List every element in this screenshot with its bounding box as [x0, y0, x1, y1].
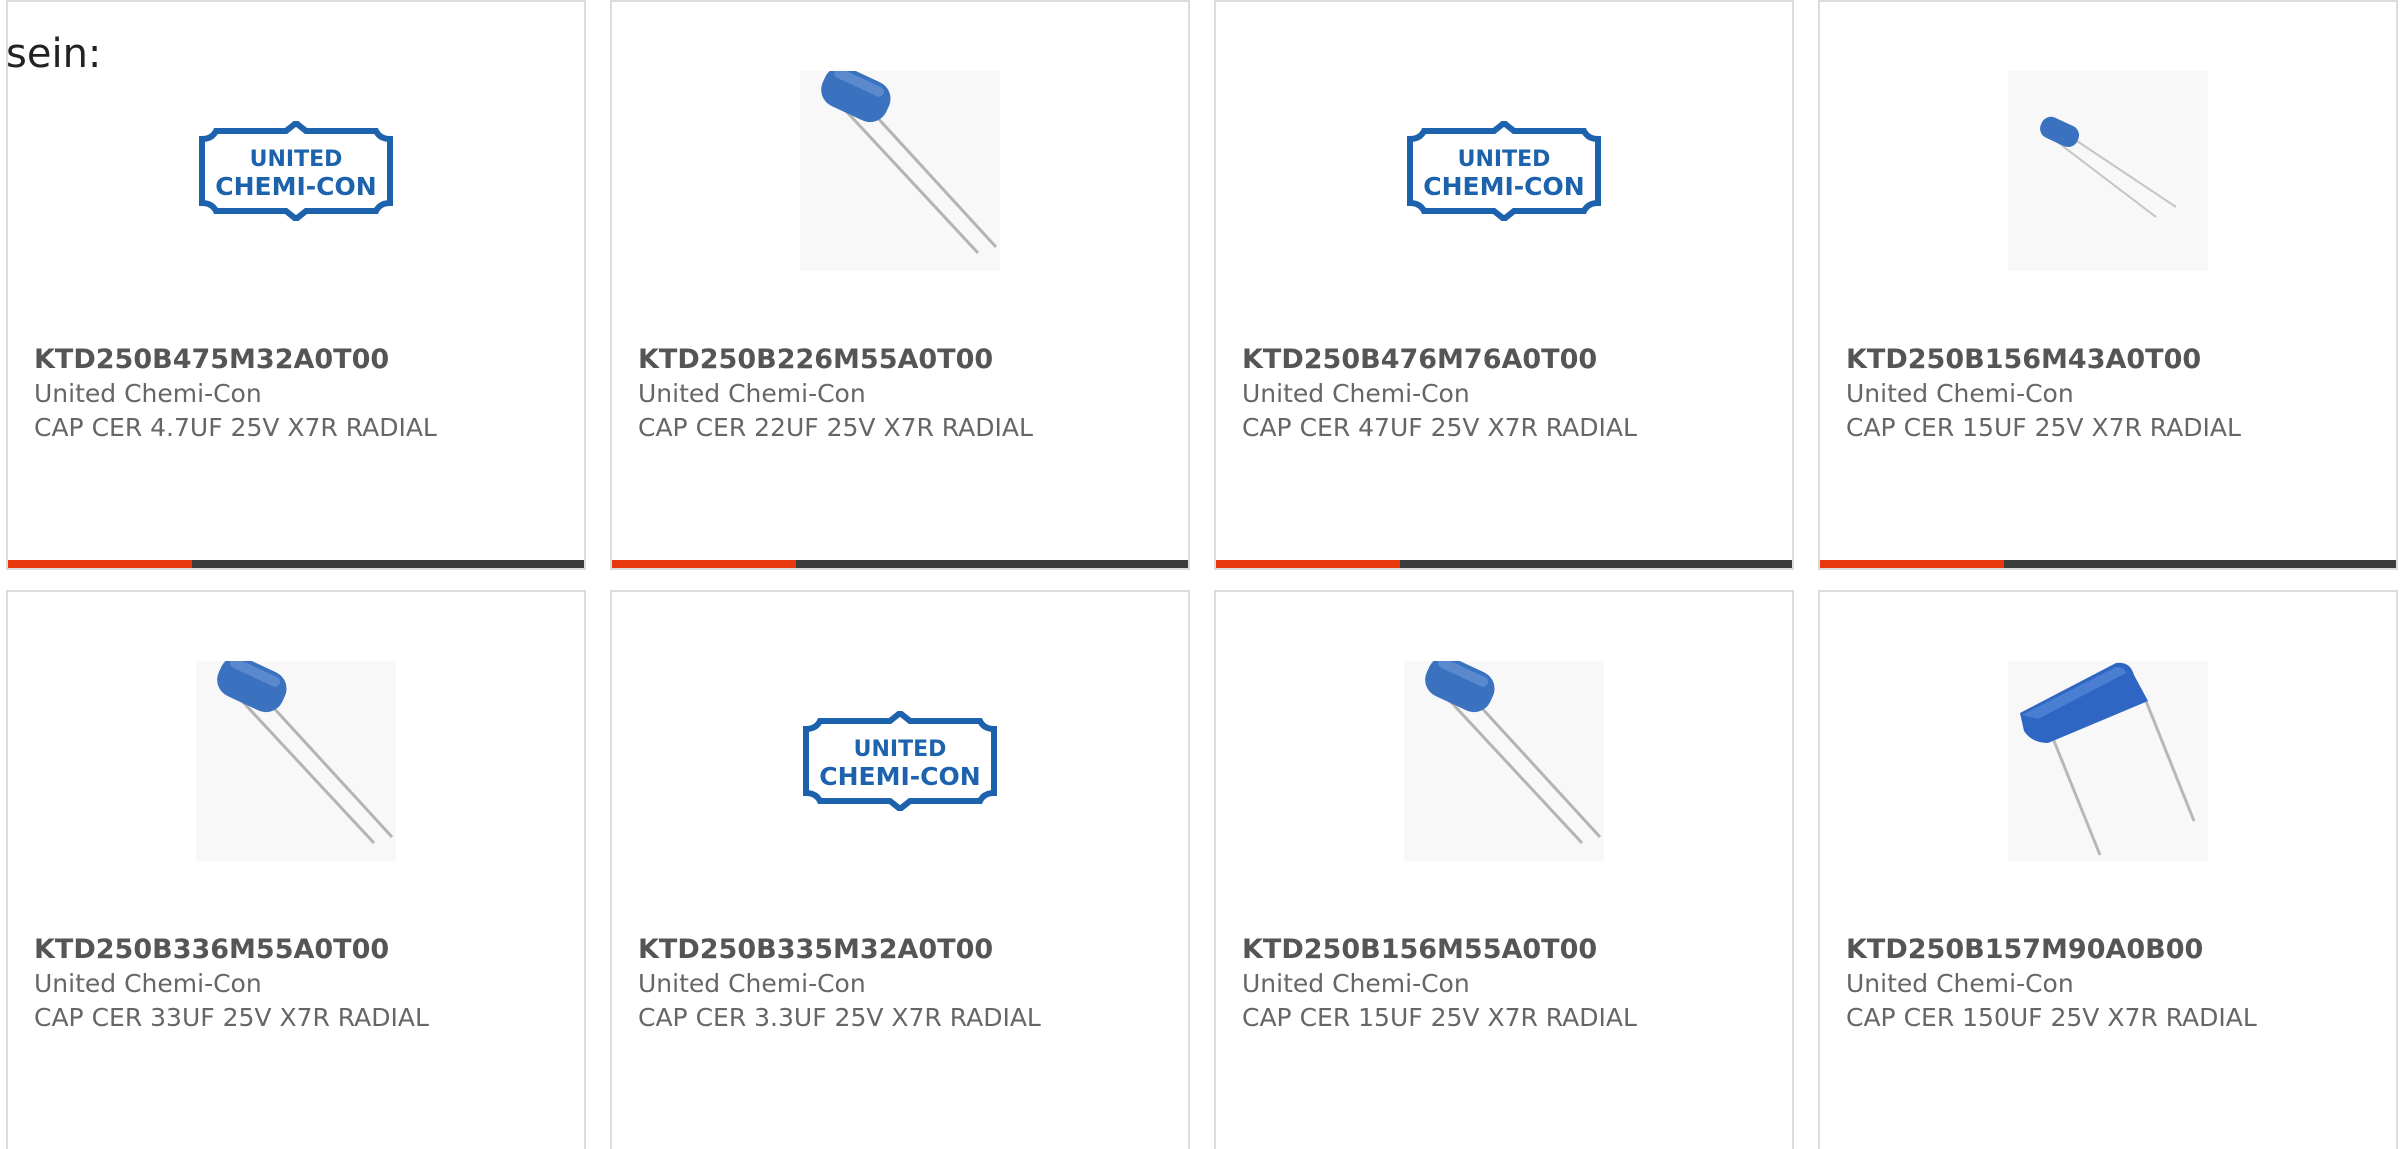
radial-capacitor-image: [1404, 661, 1604, 861]
card-accent-bar: [1216, 560, 1400, 568]
product-card[interactable]: KTD250B336M55A0T00 United Chemi-Con CAP …: [6, 590, 586, 1149]
card-accent-bar: [8, 560, 192, 568]
part-number[interactable]: KTD250B157M90A0B00: [1846, 932, 2203, 968]
svg-text:UNITED: UNITED: [1458, 147, 1551, 172]
svg-text:UNITED: UNITED: [250, 147, 343, 172]
manufacturer-name: United Chemi-Con: [1242, 969, 1470, 998]
part-number[interactable]: KTD250B336M55A0T00: [34, 932, 389, 968]
product-card[interactable]: KTD250B156M55A0T00 United Chemi-Con CAP …: [1214, 590, 1794, 1149]
manufacturer-name: United Chemi-Con: [638, 379, 866, 408]
card-accent-bar: [612, 560, 796, 568]
part-number[interactable]: KTD250B475M32A0T00: [34, 342, 389, 378]
manufacturer-name: United Chemi-Con: [1846, 379, 2074, 408]
manufacturer-logo: UNITED CHEMI-CON: [196, 71, 396, 271]
large-radial-capacitor-image: [2008, 661, 2208, 861]
svg-text:CHEMI-CON: CHEMI-CON: [215, 172, 376, 201]
product-card[interactable]: UNITED CHEMI-CON KTD250B335M32A0T00 Unit…: [610, 590, 1190, 1149]
svg-text:CHEMI-CON: CHEMI-CON: [819, 762, 980, 791]
product-card[interactable]: KTD250B226M55A0T00 United Chemi-Con CAP …: [610, 0, 1190, 570]
part-number[interactable]: KTD250B335M32A0T00: [638, 932, 993, 968]
radial-capacitor-image: [800, 71, 1000, 271]
card-bottom-bar: [8, 560, 584, 568]
part-number[interactable]: KTD250B226M55A0T00: [638, 342, 993, 378]
svg-text:CHEMI-CON: CHEMI-CON: [1423, 172, 1584, 201]
product-description: CAP CER 15UF 25V X7R RADIAL: [1242, 1003, 1637, 1032]
card-bottom-bar: [1820, 560, 2396, 568]
product-card[interactable]: KTD250B157M90A0B00 United Chemi-Con CAP …: [1818, 590, 2398, 1149]
product-card[interactable]: UNITED CHEMI-CON KTD250B476M76A0T00 Unit…: [1214, 0, 1794, 570]
part-number[interactable]: KTD250B476M76A0T00: [1242, 342, 1597, 378]
united-chemi-con-logo: UNITED CHEMI-CON: [1407, 121, 1601, 221]
product-card[interactable]: UNITED CHEMI-CON KTD250B475M32A0T00 Unit…: [6, 0, 586, 570]
manufacturer-name: United Chemi-Con: [638, 969, 866, 998]
intro-text: sein:: [6, 31, 102, 77]
capacitor-icon: [217, 661, 394, 845]
radial-capacitor-image: [196, 661, 396, 861]
part-number[interactable]: KTD250B156M55A0T00: [1242, 932, 1597, 968]
product-description: CAP CER 3.3UF 25V X7R RADIAL: [638, 1003, 1041, 1032]
product-card[interactable]: KTD250B156M43A0T00 United Chemi-Con CAP …: [1818, 0, 2398, 570]
manufacturer-name: United Chemi-Con: [1242, 379, 1470, 408]
capacitor-icon: [2020, 662, 2196, 856]
product-description: CAP CER 33UF 25V X7R RADIAL: [34, 1003, 429, 1032]
product-description: CAP CER 47UF 25V X7R RADIAL: [1242, 413, 1637, 442]
product-description: CAP CER 15UF 25V X7R RADIAL: [1846, 413, 2241, 442]
manufacturer-logo: UNITED CHEMI-CON: [1404, 71, 1604, 271]
part-number[interactable]: KTD250B156M43A0T00: [1846, 342, 2201, 378]
manufacturer-name: United Chemi-Con: [34, 969, 262, 998]
capacitor-icon: [1425, 661, 1602, 845]
capacitor-icon: [2040, 116, 2177, 218]
card-accent-bar: [1820, 560, 2004, 568]
united-chemi-con-logo: UNITED CHEMI-CON: [803, 711, 997, 811]
product-grid-page: sein: UNITED CHEMI-CON KTD250B475M32A0T0…: [0, 0, 2400, 1149]
manufacturer-logo: UNITED CHEMI-CON: [800, 661, 1000, 861]
manufacturer-name: United Chemi-Con: [1846, 969, 2074, 998]
manufacturer-name: United Chemi-Con: [34, 379, 262, 408]
united-chemi-con-logo: UNITED CHEMI-CON: [199, 121, 393, 221]
capacitor-icon: [821, 71, 998, 255]
product-description: CAP CER 22UF 25V X7R RADIAL: [638, 413, 1033, 442]
product-description: CAP CER 150UF 25V X7R RADIAL: [1846, 1003, 2257, 1032]
card-bottom-bar: [612, 560, 1188, 568]
svg-text:UNITED: UNITED: [854, 737, 947, 762]
card-bottom-bar: [1216, 560, 1792, 568]
product-description: CAP CER 4.7UF 25V X7R RADIAL: [34, 413, 437, 442]
small-radial-capacitor-image: [2008, 71, 2208, 271]
